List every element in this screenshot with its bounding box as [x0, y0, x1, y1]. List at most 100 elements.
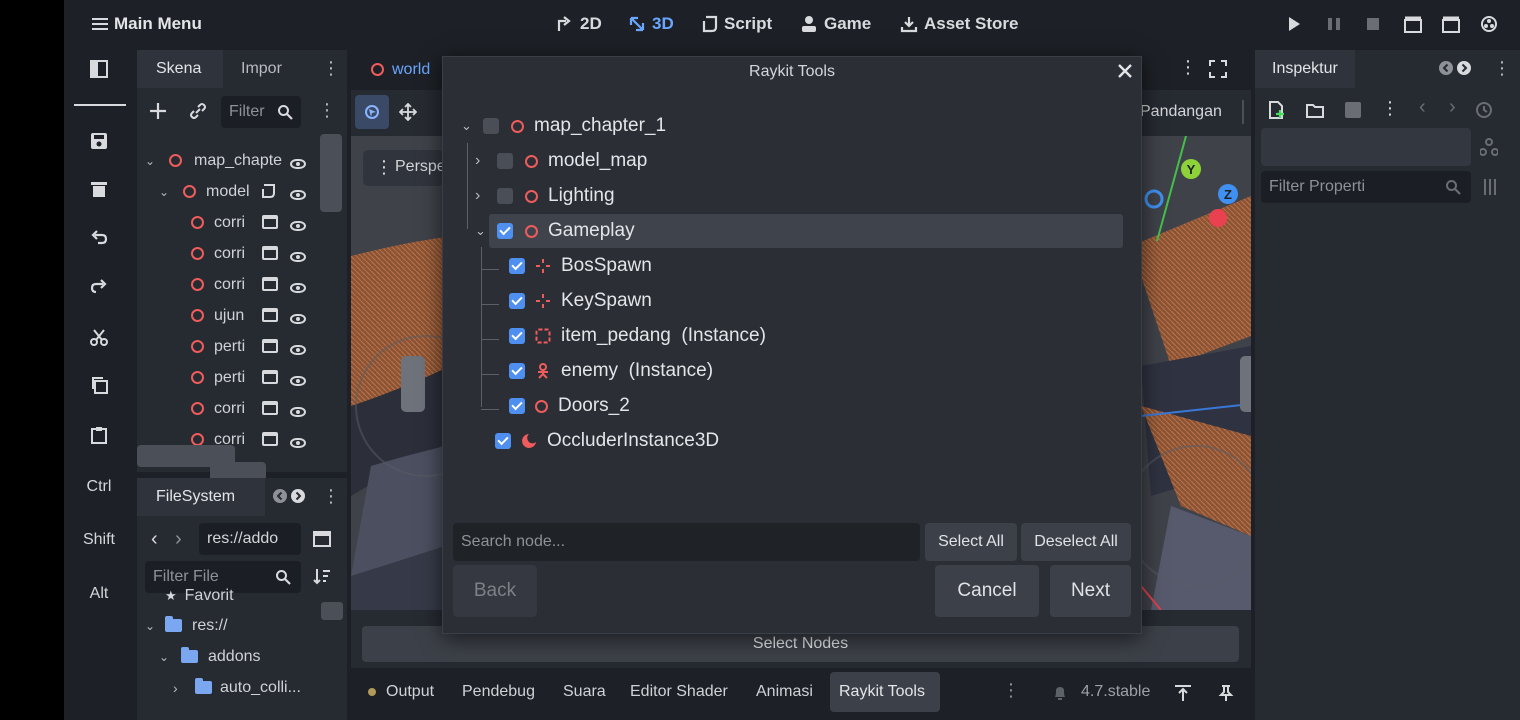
favorites-row[interactable]: ★ Favorit [165, 586, 234, 606]
forward-nav-icon[interactable]: › [175, 528, 182, 551]
scene-tabs-menu-icon[interactable]: ⋮ [1179, 57, 1197, 78]
scene-tree-row[interactable]: corri [191, 269, 306, 300]
sort-icon[interactable] [313, 567, 331, 585]
expand-panel-icon[interactable] [1174, 684, 1192, 702]
tree-item-model-map[interactable]: › model_map [475, 144, 647, 178]
scene-tree-row[interactable]: ⌄ model [159, 176, 306, 207]
tab-filesystem[interactable]: FileSystem [156, 488, 235, 506]
ctrl-key-button[interactable]: Ctrl [64, 478, 134, 496]
visibility-eye-icon[interactable] [290, 373, 306, 391]
scene-options-icon[interactable]: ⋮ [318, 100, 336, 121]
play-custom-scene-icon[interactable] [1442, 15, 1460, 33]
scene-dock-menu-icon[interactable]: ⋮ [322, 58, 340, 79]
neg-z-axis-gizmo-icon[interactable] [1144, 189, 1164, 209]
resource-menu-icon[interactable]: ⋮ [1381, 98, 1399, 119]
instance-icon[interactable] [262, 432, 278, 451]
x-axis-gizmo-icon[interactable] [1208, 208, 1228, 228]
tree-item-occluder[interactable]: OccluderInstance3D [495, 424, 719, 458]
scene-tree-row[interactable]: corri [191, 393, 306, 424]
visibility-eye-icon[interactable] [290, 249, 306, 267]
visibility-eye-icon[interactable] [290, 187, 306, 205]
scene-tree-row[interactable]: perti [191, 331, 306, 362]
visibility-eye-icon[interactable] [290, 311, 306, 329]
fs-item-row[interactable]: ⌄ addons [159, 641, 261, 672]
stop-icon[interactable] [1365, 16, 1381, 32]
inspector-menu-icon[interactable]: ⋮ [1493, 58, 1511, 79]
visibility-eye-icon[interactable] [290, 280, 306, 298]
search-node-input[interactable]: Search node... [453, 523, 920, 561]
add-node-icon[interactable] [149, 102, 167, 120]
redo-icon[interactable] [64, 277, 134, 295]
fs-item-row[interactable]: ⌄ res:// [145, 610, 228, 641]
new-resource-icon[interactable] [1268, 101, 1286, 119]
workspace-3d-button[interactable]: 3D [628, 14, 674, 34]
workspace-game-button[interactable]: Game [800, 14, 871, 34]
tree-checkbox[interactable] [497, 223, 513, 239]
tree-item-doors-2[interactable]: Doors_2 [509, 389, 630, 423]
tab-output[interactable]: Output [368, 672, 434, 712]
tab-import[interactable]: Impor [241, 60, 282, 78]
path-input[interactable]: res://addo [199, 523, 301, 555]
notification-bell-icon[interactable] [1052, 685, 1068, 701]
tree-item-item-pedang[interactable]: item_pedang (Instance) [509, 319, 766, 353]
tab-debugger[interactable]: Pendebug [462, 672, 535, 712]
chevron-left-icon[interactable] [1439, 61, 1453, 75]
property-options-icon[interactable] [1481, 178, 1499, 196]
tree-item-map-chapter-1[interactable]: ⌄ map_chapter_1 [461, 109, 666, 143]
tree-checkbox[interactable] [497, 153, 513, 169]
move-mode-icon[interactable] [399, 103, 417, 121]
chevron-right-icon[interactable]: › [475, 187, 493, 205]
link-icon[interactable] [189, 102, 207, 120]
chevron-right-icon[interactable]: › [475, 152, 493, 170]
left-viewport-handle[interactable] [401, 356, 425, 412]
scene-tab-world[interactable]: world [371, 54, 430, 85]
history-back-icon[interactable]: ‹ [1419, 96, 1426, 119]
node-tree-icon[interactable] [1480, 138, 1498, 156]
pause-icon[interactable] [1326, 16, 1342, 32]
scene-tree-row[interactable]: corri [191, 238, 306, 269]
tab-animation[interactable]: Animasi [756, 672, 813, 712]
visibility-eye-icon[interactable] [290, 342, 306, 360]
next-button[interactable]: Next [1050, 565, 1131, 617]
open-folder-icon[interactable] [1306, 101, 1324, 119]
scene-filter-input[interactable]: Filter [221, 96, 301, 128]
tab-raykit-tools[interactable]: Raykit Tools [839, 672, 925, 712]
tree-checkbox[interactable] [509, 328, 525, 344]
filesystem-menu-icon[interactable]: ⋮ [322, 486, 340, 507]
tree-checkbox[interactable] [495, 433, 511, 449]
chevron-left-icon[interactable] [273, 489, 287, 503]
visibility-eye-icon[interactable] [290, 404, 306, 422]
tab-inspector[interactable]: Inspektur [1272, 60, 1338, 78]
script-attached-icon[interactable] [261, 183, 277, 199]
object-selector[interactable] [1261, 128, 1471, 166]
filesystem-scrollbar[interactable] [321, 602, 343, 620]
workspace-asset-store-button[interactable]: Asset Store [900, 14, 1018, 34]
select-all-button[interactable]: Select All [925, 523, 1017, 561]
tree-checkbox[interactable] [509, 363, 525, 379]
save-resource-icon[interactable] [1344, 101, 1362, 119]
history-icon[interactable] [1475, 101, 1493, 119]
history-forward-icon[interactable]: › [1449, 96, 1456, 119]
instance-icon[interactable] [262, 308, 278, 327]
instance-icon[interactable] [262, 401, 278, 420]
scene-tree-row[interactable]: perti [191, 362, 306, 393]
cancel-button[interactable]: Cancel [935, 565, 1039, 617]
tree-item-lighting[interactable]: › Lighting [475, 179, 615, 213]
z-axis-gizmo-icon[interactable]: Z [1217, 183, 1239, 205]
copy-icon[interactable] [64, 376, 134, 394]
back-button[interactable]: Back [453, 565, 537, 617]
workspace-script-button[interactable]: Script [702, 14, 772, 34]
property-filter-input[interactable]: Filter Properti [1261, 171, 1471, 203]
chevron-down-icon[interactable]: ⌄ [475, 223, 493, 239]
deselect-all-button[interactable]: Deselect All [1021, 523, 1131, 561]
shift-key-button[interactable]: Shift [64, 531, 134, 549]
tree-item-keyspawn[interactable]: KeySpawn [509, 284, 652, 318]
perspective-menu-button[interactable]: ⋮ Perspe [363, 150, 446, 186]
fs-item-row[interactable]: › auto_colli... [173, 672, 301, 703]
layout-toggle-icon[interactable] [313, 530, 331, 548]
instance-icon[interactable] [262, 277, 278, 296]
chevron-down-icon[interactable]: ⌄ [461, 118, 479, 134]
workspace-2d-button[interactable]: 2D [556, 14, 602, 34]
right-viewport-handle[interactable] [1240, 356, 1251, 412]
tab-shader-editor[interactable]: Editor Shader [630, 672, 728, 712]
